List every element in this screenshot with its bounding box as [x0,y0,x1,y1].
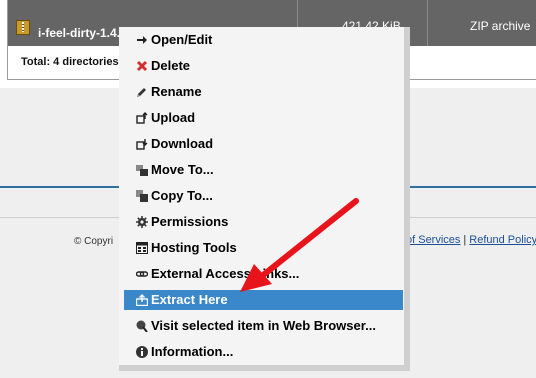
copy-icon [136,190,148,202]
menu-item-label: Rename [151,84,202,99]
total-summary: Total: 4 directories [21,56,119,68]
menu-item-label: Move To... [151,162,214,177]
refund-policy-link[interactable]: Refund Policy [469,234,536,246]
menu-item-upload[interactable]: Upload [124,108,403,128]
terms-of-service-link[interactable]: of Services [406,234,460,246]
menu-item-copy-to[interactable]: Copy To... [124,186,403,206]
info-icon [136,346,148,358]
menu-item-rename[interactable]: Rename [124,82,403,102]
menu-item-label: Information... [151,344,234,359]
delete-x-icon [136,60,148,72]
menu-item-label: Visit selected item in Web Browser... [151,318,376,333]
menu-item-move-to[interactable]: Move To... [124,160,403,180]
globe-icon [136,320,148,333]
arrow-right-icon [136,34,148,46]
extract-icon [135,294,149,307]
menu-item-visit-in-browser[interactable]: Visit selected item in Web Browser... [124,316,403,336]
footer-separator: | [463,234,467,246]
menu-item-label: Open/Edit [151,32,213,47]
menu-item-permissions[interactable]: Permissions [124,212,403,232]
file-type: ZIP archive [470,19,531,33]
menu-item-label: Delete [151,58,191,73]
menu-item-label: Hosting Tools [151,240,237,255]
menu-item-download[interactable]: Download [124,134,403,154]
download-icon [136,138,148,150]
menu-item-label: Upload [151,110,196,125]
menu-item-external-access-links[interactable]: External Access Links... [124,264,403,284]
menu-item-information[interactable]: Information... [124,342,403,362]
menu-item-label: Extract Here [151,292,228,307]
link-icon [135,268,149,280]
move-icon [136,164,148,176]
context-menu: Open/Edit Delete Rename Upload Download … [119,27,410,371]
menu-item-extract-here[interactable]: Extract Here [124,290,403,310]
upload-icon [136,112,148,124]
menu-item-label: Permissions [151,214,229,229]
menu-item-label: Copy To... [151,188,213,203]
file-name[interactable]: i-feel-dirty-1.4. [38,26,128,40]
gear-icon [136,216,148,228]
menu-item-hosting-tools[interactable]: Hosting Tools [124,238,403,258]
pencil-icon [136,86,148,98]
footer-copyright: © Copyri [74,236,114,247]
menu-item-open-edit[interactable]: Open/Edit [124,30,403,50]
type-cell: ZIP archive [427,0,536,46]
menu-item-label: Download [151,136,214,151]
zip-file-icon [16,20,30,35]
footer-links: of Services | Refund Policy [406,234,536,246]
tools-icon [136,242,148,254]
menu-item-delete[interactable]: Delete [124,56,403,76]
menu-item-label: External Access Links... [151,266,300,281]
